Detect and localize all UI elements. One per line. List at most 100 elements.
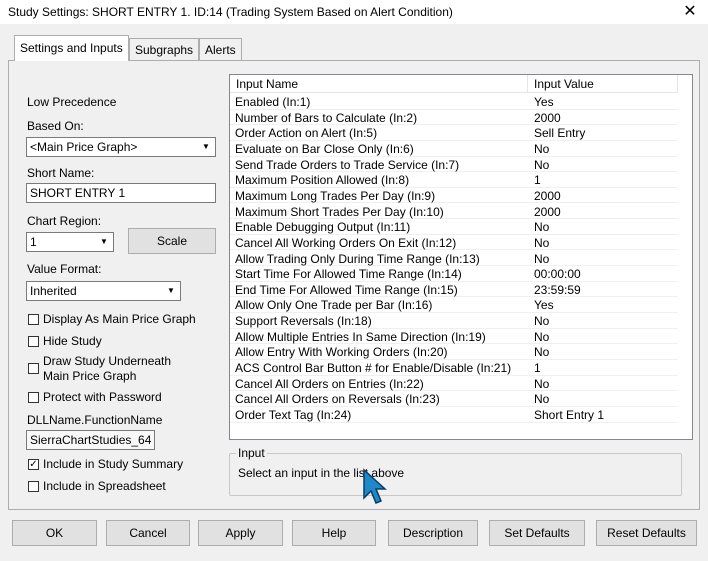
input-name: Order Action on Alert (In:5) (235, 126, 378, 141)
input-row[interactable]: Order Action on Alert (In:5) Sell Entry (230, 125, 678, 141)
cancel-button[interactable]: Cancel (106, 520, 190, 546)
display-as-main-price-graph-checkbox[interactable] (28, 314, 39, 325)
protect-with-password-checkbox[interactable] (28, 392, 39, 403)
tab-settings-and-inputs[interactable]: Settings and Inputs (14, 35, 129, 61)
input-value: 2000 (534, 204, 561, 219)
checkbox-label: Hide Study (43, 334, 102, 348)
input-row[interactable]: Allow Trading Only During Time Range (In… (230, 251, 678, 267)
hide-study-checkbox[interactable] (28, 336, 39, 347)
input-value: No (534, 220, 550, 235)
input-value: No (534, 235, 550, 250)
input-row[interactable]: Cancel All Orders on Reversals (In:23) No (230, 391, 678, 407)
input-row[interactable]: Support Reversals (In:18) No (230, 313, 678, 329)
set-defaults-button[interactable]: Set Defaults (489, 520, 585, 546)
input-row[interactable]: Enabled (In:1) Yes (230, 94, 678, 110)
input-value: 2000 (534, 110, 561, 125)
group-title: Input (236, 446, 267, 460)
input-row[interactable]: Maximum Short Trades Per Day (In:10) 2000 (230, 204, 678, 220)
input-name: Evaluate on Bar Close Only (In:6) (235, 141, 414, 156)
input-name: Cancel All Orders on Reversals (In:23) (235, 392, 440, 407)
input-row[interactable]: Cancel All Working Orders On Exit (In:12… (230, 235, 678, 251)
input-value: No (534, 376, 550, 391)
checkbox-label: Include in Study Summary (43, 457, 184, 471)
input-row[interactable]: Evaluate on Bar Close Only (In:6) No (230, 141, 678, 157)
input-row[interactable]: Number of Bars to Calculate (In:2) 2000 (230, 110, 678, 126)
input-row[interactable]: Maximum Position Allowed (In:8) 1 (230, 172, 678, 188)
precedence-label: Low Precedence (27, 95, 117, 109)
input-name: Allow Trading Only During Time Range (In… (235, 251, 480, 266)
apply-button[interactable]: Apply (198, 520, 283, 546)
input-row[interactable]: Allow Multiple Entries In Same Direction… (230, 329, 678, 345)
value-format-select[interactable]: Inherited ▼ (26, 281, 181, 301)
draw-study-underneath-checkbox[interactable] (28, 363, 39, 374)
input-name: Cancel All Orders on Entries (In:22) (235, 376, 424, 391)
value-format-label: Value Format: (27, 262, 102, 276)
reset-defaults-button[interactable]: Reset Defaults (596, 520, 697, 546)
input-value: No (534, 141, 550, 156)
chart-region-select[interactable]: 1 ▼ (26, 232, 114, 252)
input-value: 00:00:00 (534, 267, 581, 282)
input-name: Send Trade Orders to Trade Service (In:7… (235, 157, 460, 172)
scale-button[interactable]: Scale (128, 228, 216, 254)
input-name: Maximum Long Trades Per Day (In:9) (235, 188, 436, 203)
input-row[interactable]: Cancel All Orders on Entries (In:22) No (230, 376, 678, 392)
input-row[interactable]: ACS Control Bar Button # for Enable/Disa… (230, 360, 678, 376)
description-button[interactable]: Description (388, 520, 478, 546)
inputs-list[interactable]: Input Name Input Value Enabled (In:1) Yes… (229, 74, 693, 440)
input-name: Enable Debugging Output (In:11) (235, 220, 411, 235)
input-row[interactable]: Enable Debugging Output (In:11) No (230, 219, 678, 235)
short-name-label: Short Name: (27, 166, 95, 180)
input-name: Enabled (In:1) (235, 95, 311, 109)
input-row[interactable]: End Time For Allowed Time Range (In:15) 2… (230, 282, 678, 298)
input-value: Yes (534, 95, 554, 109)
input-name: Number of Bars to Calculate (In:2) (235, 110, 418, 125)
input-name: Allow Entry With Working Orders (In:20) (235, 345, 448, 360)
include-in-study-summary-checkbox[interactable]: ✓ (28, 459, 39, 470)
input-name: Allow Multiple Entries In Same Direction… (235, 329, 486, 344)
input-description-group: Input Select an input in the list above (229, 446, 682, 496)
input-name: Cancel All Working Orders On Exit (In:12… (235, 235, 457, 250)
input-row[interactable]: Allow Only One Trade per Bar (In:16) Yes (230, 297, 678, 314)
chevron-down-icon: ▼ (100, 237, 108, 246)
window-title: Study Settings: SHORT ENTRY 1. ID:14 (Tr… (8, 5, 453, 19)
include-in-spreadsheet-checkbox[interactable] (28, 481, 39, 492)
mouse-cursor-icon (363, 468, 387, 504)
checkbox-label-line2: Main Price Graph (43, 369, 137, 383)
tab-subgraphs[interactable]: Subgraphs (129, 38, 200, 60)
column-header-input-value[interactable]: Input Value (528, 75, 678, 93)
input-name: Allow Only One Trade per Bar (In:16) (235, 298, 433, 313)
title-bar: Study Settings: SHORT ENTRY 1. ID:14 (Tr… (0, 0, 708, 24)
based-on-label: Based On: (27, 119, 84, 133)
help-button[interactable]: Help (292, 520, 376, 546)
based-on-value: <Main Price Graph> (30, 140, 138, 154)
based-on-select[interactable]: <Main Price Graph> ▼ (26, 137, 216, 157)
chart-region-label: Chart Region: (27, 214, 102, 228)
tab-alerts[interactable]: Alerts (199, 38, 242, 60)
input-row[interactable]: Allow Entry With Working Orders (In:20) N… (230, 344, 678, 360)
input-row[interactable]: Order Text Tag (In:24) Short Entry 1 (230, 407, 678, 423)
input-name: Maximum Position Allowed (In:8) (235, 173, 410, 188)
column-header-input-name[interactable]: Input Name (230, 75, 528, 93)
input-name: ACS Control Bar Button # for Enable/Disa… (235, 361, 512, 376)
input-value: No (534, 314, 550, 329)
input-row[interactable]: Maximum Long Trades Per Day (In:9) 2000 (230, 188, 678, 204)
input-value: No (534, 345, 550, 360)
input-value: Yes (534, 298, 554, 313)
input-name: Maximum Short Trades Per Day (In:10) (235, 204, 444, 219)
close-icon[interactable]: ✕ (680, 1, 700, 21)
checkbox-label: Display As Main Price Graph (43, 312, 196, 326)
short-name-input[interactable]: SHORT ENTRY 1 (26, 183, 216, 203)
input-name: Order Text Tag (In:24) (235, 408, 352, 422)
dll-name-input[interactable]: SierraChartStudies_64 (26, 430, 155, 450)
input-row[interactable]: Send Trade Orders to Trade Service (In:7… (230, 157, 678, 173)
value-format-value: Inherited (30, 284, 77, 298)
input-row[interactable]: Start Time For Allowed Time Range (In:14… (230, 266, 678, 282)
input-value: No (534, 392, 550, 407)
chevron-down-icon: ▼ (167, 286, 175, 295)
input-value: Short Entry 1 (534, 408, 605, 422)
dll-name-label: DLLName.FunctionName (27, 413, 163, 427)
ok-button[interactable]: OK (12, 520, 97, 546)
checkbox-label: Include in Spreadsheet (43, 479, 166, 493)
chevron-down-icon: ▼ (202, 142, 210, 151)
input-name: End Time For Allowed Time Range (In:15) (235, 282, 458, 297)
